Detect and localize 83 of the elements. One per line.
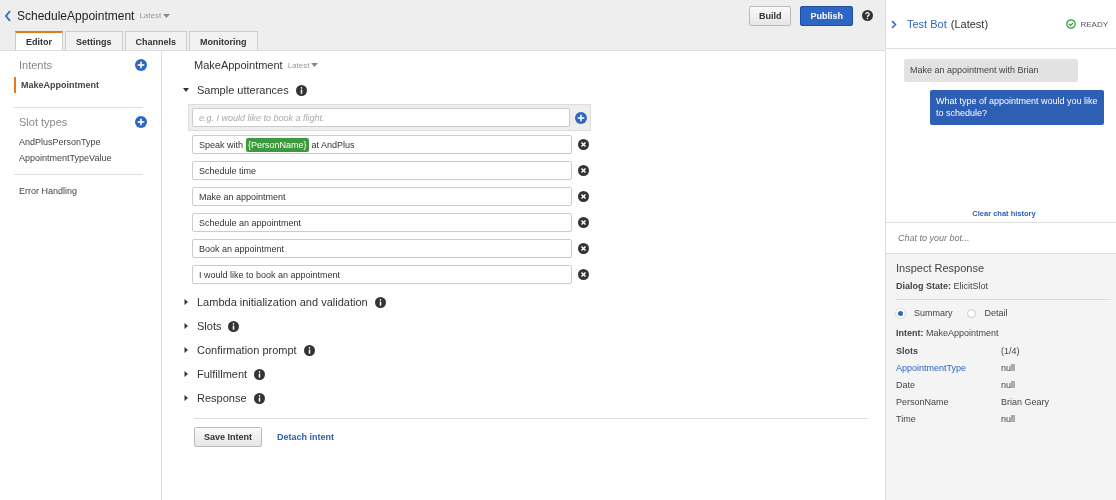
utterance-text: Schedule time (199, 165, 257, 176)
detach-intent-link[interactable]: Detach intent (277, 432, 335, 442)
tab[interactable]: Editor (15, 31, 63, 50)
sidebar-item[interactable]: AndPlusPersonType (14, 134, 143, 150)
chevron-right-icon[interactable] (891, 19, 897, 29)
slot-value: null (1001, 363, 1015, 373)
slot-value: null (1001, 380, 1015, 390)
utterance-text: at AndPlus (311, 139, 355, 150)
section-title[interactable]: Confirmation prompt (197, 344, 297, 356)
slot-value: null (1001, 414, 1015, 424)
slot-name: Date (896, 380, 916, 390)
chat-input[interactable]: Chat to your bot... (886, 223, 1116, 254)
utterance-field[interactable]: Make an appointment (192, 187, 572, 206)
utterance-text: Speak with (199, 139, 244, 150)
intent-title: MakeAppointment (194, 59, 283, 71)
sidebar-heading: Slot types (19, 116, 68, 128)
caret-right-icon[interactable] (182, 322, 190, 330)
publish-button[interactable]: Publish (800, 5, 853, 26)
slot-name: AppointmentType (896, 363, 968, 373)
utterance-field[interactable]: Schedule an appointment (192, 213, 572, 232)
remove-icon[interactable] (578, 217, 589, 228)
caret-right-icon[interactable] (182, 298, 190, 306)
info-icon[interactable] (295, 84, 307, 96)
remove-icon[interactable] (578, 165, 589, 176)
utterance-field[interactable]: Book an appointment (192, 239, 572, 258)
tab[interactable]: Monitoring (189, 31, 258, 50)
caret-down-icon[interactable] (182, 86, 190, 94)
view-radio[interactable]: Summary (896, 308, 953, 318)
caret-right-icon[interactable] (182, 370, 190, 378)
sidebar-item[interactable]: MakeAppointment (14, 77, 143, 93)
section-title[interactable]: Lambda initialization and validation (197, 296, 368, 308)
sidebar-item[interactable]: AppointmentTypeValue (14, 150, 143, 166)
section-title[interactable]: Response (197, 392, 247, 404)
test-bot-title[interactable]: Test Bot (907, 18, 947, 30)
add-icon[interactable] (575, 111, 587, 124)
remove-icon[interactable] (578, 139, 589, 150)
view-radio[interactable]: Detail (966, 308, 1008, 318)
slot-name: Time (896, 414, 917, 424)
slot-tag[interactable]: {PersonName} (246, 137, 309, 152)
info-icon[interactable] (228, 320, 240, 332)
bot-title: ScheduleAppointment (17, 8, 135, 23)
section-title[interactable]: Fulfillment (197, 368, 248, 380)
add-icon[interactable] (135, 116, 147, 128)
section-title[interactable]: Slots (197, 320, 222, 332)
info-icon[interactable] (374, 296, 386, 308)
remove-icon[interactable] (578, 269, 589, 280)
utterance-field[interactable]: Speak with {PersonName} at AndPlus (192, 135, 572, 154)
sidebar-item[interactable]: Error Handling (14, 183, 161, 199)
section-title[interactable]: Sample utterances (197, 84, 289, 96)
utterance-input[interactable]: e.g. I would like to book a flight. (192, 108, 571, 127)
back-icon[interactable] (4, 9, 12, 22)
caret-right-icon[interactable] (182, 346, 190, 354)
info-icon[interactable] (253, 392, 265, 404)
caret-right-icon[interactable] (182, 394, 190, 402)
bot-message: What type of appointment would you like to schedule? (930, 89, 1104, 125)
slot-value: Brian Geary (1001, 397, 1050, 407)
utterance-field[interactable]: I would like to book an appointment (192, 265, 572, 284)
remove-icon[interactable] (578, 243, 589, 254)
sidebar-heading: Intents (19, 59, 53, 71)
tab[interactable]: Settings (65, 31, 123, 50)
utterance-text: I would like to book an appointment (199, 269, 341, 280)
help-icon[interactable] (862, 10, 873, 21)
utterance-text: Book an appointment (199, 243, 285, 254)
check-circle-icon (1066, 19, 1077, 29)
slots-count: (1/4) (1001, 346, 1020, 356)
intent-name: Intent: MakeAppointment (896, 328, 1000, 338)
remove-icon[interactable] (578, 191, 589, 202)
user-message: Make an appointment with Brian (904, 59, 1078, 82)
utterance-field[interactable]: Schedule time (192, 161, 572, 180)
save-intent-button[interactable]: Save Intent (194, 427, 262, 447)
dialog-state: Dialog State: ElicitSlot (896, 281, 990, 291)
build-button[interactable]: Build (749, 5, 792, 26)
slot-name: PersonName (896, 397, 950, 407)
test-bot-version: (Latest) (950, 18, 989, 30)
slots-heading: Slots (896, 346, 919, 356)
add-icon[interactable] (135, 59, 147, 71)
tab[interactable]: Channels (124, 31, 188, 50)
utterance-text: Make an appointment (199, 191, 286, 202)
info-icon[interactable] (303, 344, 315, 356)
info-icon[interactable] (254, 368, 266, 380)
inspect-title: Inspect Response (896, 262, 986, 274)
status-label: READY (1080, 19, 1108, 29)
utterance-text: Schedule an appointment (199, 217, 302, 228)
